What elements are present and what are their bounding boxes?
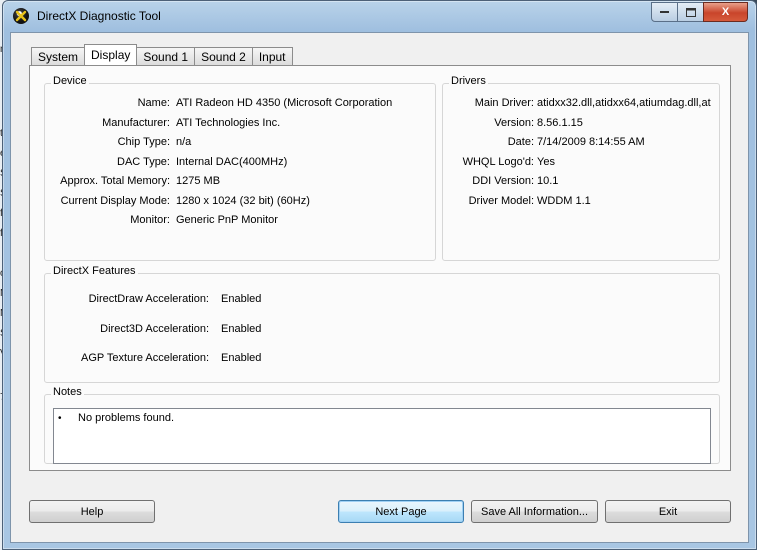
next-page-button[interactable]: Next Page [338,500,464,523]
monitor-label: Monitor: [130,214,170,226]
display-mode-value: 1280 x 1024 (32 bit) (60Hz) [176,195,310,207]
tab-sound-1[interactable]: Sound 1 [136,47,196,65]
chip-type-value: n/a [176,136,192,148]
help-button[interactable]: Help [29,500,155,523]
dxdiag-window: DirectX Diagnostic Tool X System Display… [2,0,757,550]
drivers-legend: Drivers [449,75,488,87]
directdraw-value: Enabled [221,293,262,305]
date-label: Date: [507,136,534,148]
dialog-client-area: System Display Sound 1 Sound 2 Input Dev… [10,32,749,543]
agp-texture-label: AGP Texture Acceleration: [81,352,209,364]
tab-display[interactable]: Display [84,44,138,65]
close-button[interactable]: X [703,2,748,22]
directx-icon [13,8,29,24]
agp-texture-value: Enabled [221,352,262,364]
device-name-label: Name: [137,97,170,109]
driver-model-label: Driver Model: [468,195,534,207]
total-memory-label: Approx. Total Memory: [60,175,170,187]
ddi-version-value: 10.1 [537,175,559,187]
device-group: Device Name: ATI Radeon HD 4350 (Microso… [44,75,436,261]
close-icon: X [721,6,730,18]
exit-button[interactable]: Exit [605,500,731,523]
directdraw-label: DirectDraw Acceleration: [88,293,209,305]
title-bar[interactable]: DirectX Diagnostic Tool X [3,1,756,33]
notes-legend: Notes [51,386,84,398]
main-driver-label: Main Driver: [474,97,534,109]
window-title: DirectX Diagnostic Tool [37,9,161,23]
ddi-version-label: DDI Version: [472,175,534,187]
tab-input[interactable]: Input [251,47,293,65]
whql-label: WHQL Logo'd: [462,156,534,168]
direct3d-label: Direct3D Acceleration: [100,323,209,335]
total-memory-value: 1275 MB [176,175,221,187]
notes-textbox[interactable]: • No problems found. [53,408,711,464]
tab-strip: System Display Sound 1 Sound 2 Input [31,44,293,65]
bullet-icon: • [58,413,62,424]
manufacturer-value: ATI Technologies Inc. [176,117,281,129]
maximize-button[interactable] [677,2,704,22]
manufacturer-label: Manufacturer: [102,117,170,129]
note-item: No problems found. [78,412,174,424]
version-label: Version: [494,117,534,129]
save-all-information-button[interactable]: Save All Information... [471,500,598,523]
whql-value: Yes [537,156,555,168]
display-mode-label: Current Display Mode: [60,195,170,207]
maximize-icon [685,7,696,17]
monitor-value: Generic PnP Monitor [176,214,278,226]
tab-system[interactable]: System [31,47,86,65]
tab-sound-2[interactable]: Sound 2 [194,47,253,65]
drivers-group: Drivers Main Driver: atidxx32.dll,atidxx… [442,75,720,261]
direct3d-value: Enabled [221,323,262,335]
directx-features-group: DirectX Features DirectDraw Acceleration… [44,265,720,383]
device-legend: Device [51,75,89,87]
device-name-value: ATI Radeon HD 4350 (Microsoft Corporatio… [176,97,393,109]
dac-type-value: Internal DAC(400MHz) [176,156,288,168]
version-value: 8.56.1.15 [537,117,583,129]
minimize-button[interactable] [651,2,678,22]
notes-group: Notes • No problems found. [44,386,720,464]
date-value: 7/14/2009 8:14:55 AM [537,136,645,148]
main-driver-value: atidxx32.dll,atidxx64,atiumdag.dll,at [537,97,711,109]
dac-type-label: DAC Type: [117,156,170,168]
driver-model-value: WDDM 1.1 [537,195,591,207]
directx-features-legend: DirectX Features [51,265,138,277]
chip-type-label: Chip Type: [117,136,170,148]
minimize-icon [660,10,669,13]
display-tab-panel: Device Name: ATI Radeon HD 4350 (Microso… [29,65,731,471]
